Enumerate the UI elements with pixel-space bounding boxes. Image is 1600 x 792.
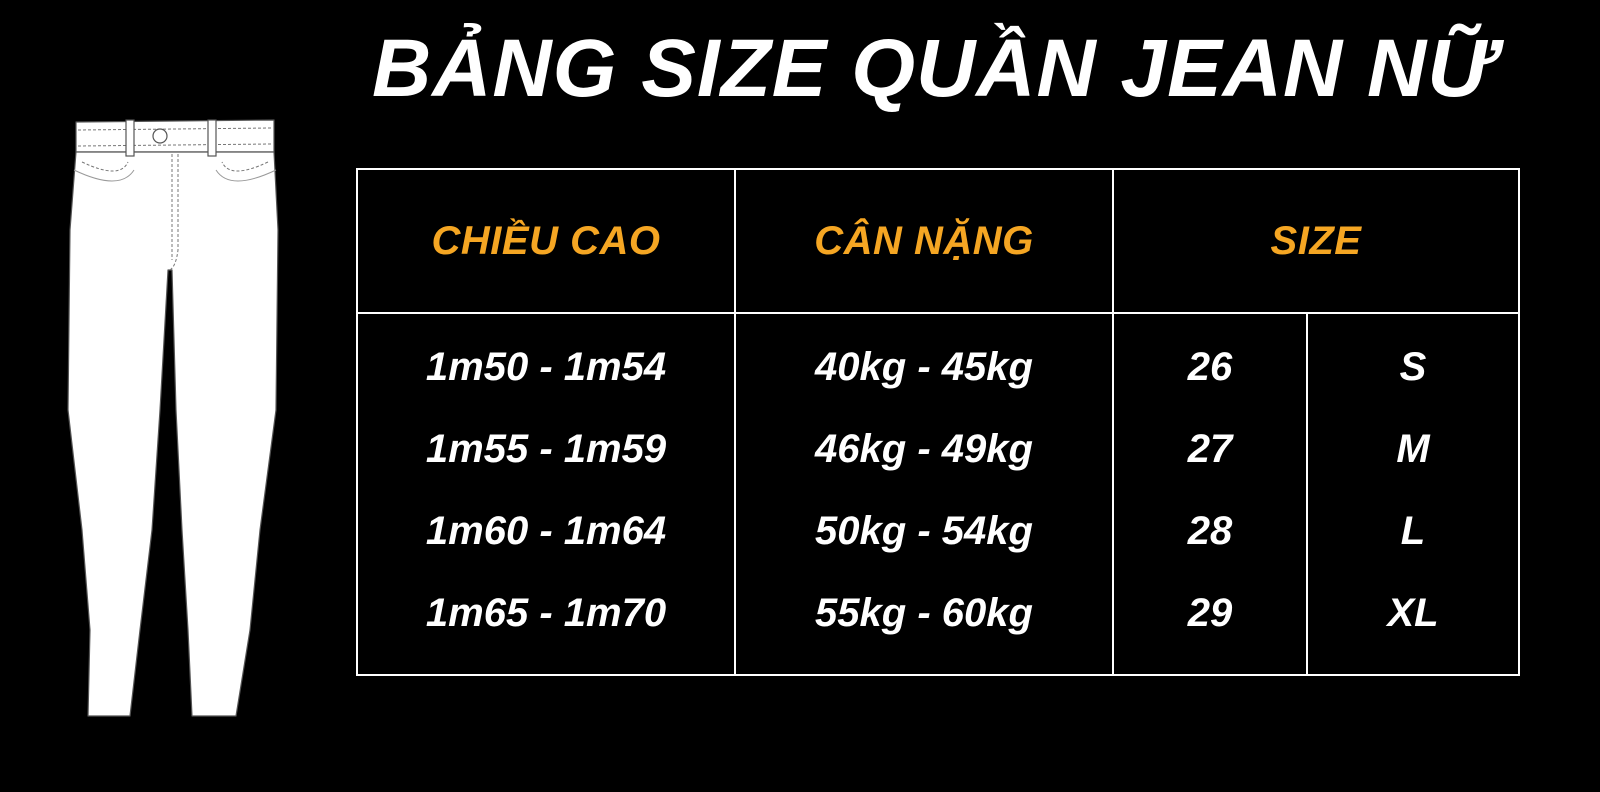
header-weight: CÂN NẶNG — [814, 218, 1034, 263]
table-cell-size-letter: M — [1396, 426, 1430, 471]
table-cell-weight: 50kg - 54kg — [815, 508, 1033, 553]
table-cell-weight: 40kg - 45kg — [815, 344, 1033, 389]
size-letter-column: S M L XL — [1308, 314, 1518, 676]
size-number-column: 26 27 28 29 — [1114, 314, 1306, 676]
table-cell-size-number: 27 — [1187, 426, 1233, 471]
height-column: 1m50 - 1m54 1m55 - 1m59 1m60 - 1m64 1m65… — [358, 314, 734, 676]
table-cell-weight: 55kg - 60kg — [815, 590, 1033, 635]
table-cell-size-number: 29 — [1187, 590, 1233, 635]
table-cell-height: 1m55 - 1m59 — [425, 426, 667, 471]
table-cell-size-number: 26 — [1187, 344, 1233, 389]
table-cell-weight: 46kg - 49kg — [815, 426, 1033, 471]
table-cell-height: 1m65 - 1m70 — [425, 590, 667, 635]
header-height: CHIỀU CAO — [431, 218, 661, 263]
table-cell-height: 1m60 - 1m64 — [425, 508, 667, 553]
size-table: CHIỀU CAO CÂN NẶNG SIZE 1m50 - 1m54 1m55… — [356, 168, 1520, 676]
table-cell-size-letter: S — [1399, 344, 1427, 389]
page-title: BẢNG SIZE QUẦN JEAN NỮ — [372, 23, 1495, 114]
table-cell-size-letter: XL — [1387, 590, 1439, 635]
table-cell-size-letter: L — [1400, 508, 1426, 553]
jeans-icon — [67, 119, 279, 717]
table-cell-size-number: 28 — [1187, 508, 1233, 553]
header-size: SIZE — [1270, 218, 1362, 263]
weight-column: 40kg - 45kg 46kg - 49kg 50kg - 54kg 55kg… — [736, 314, 1112, 676]
table-cell-height: 1m50 - 1m54 — [425, 344, 667, 389]
